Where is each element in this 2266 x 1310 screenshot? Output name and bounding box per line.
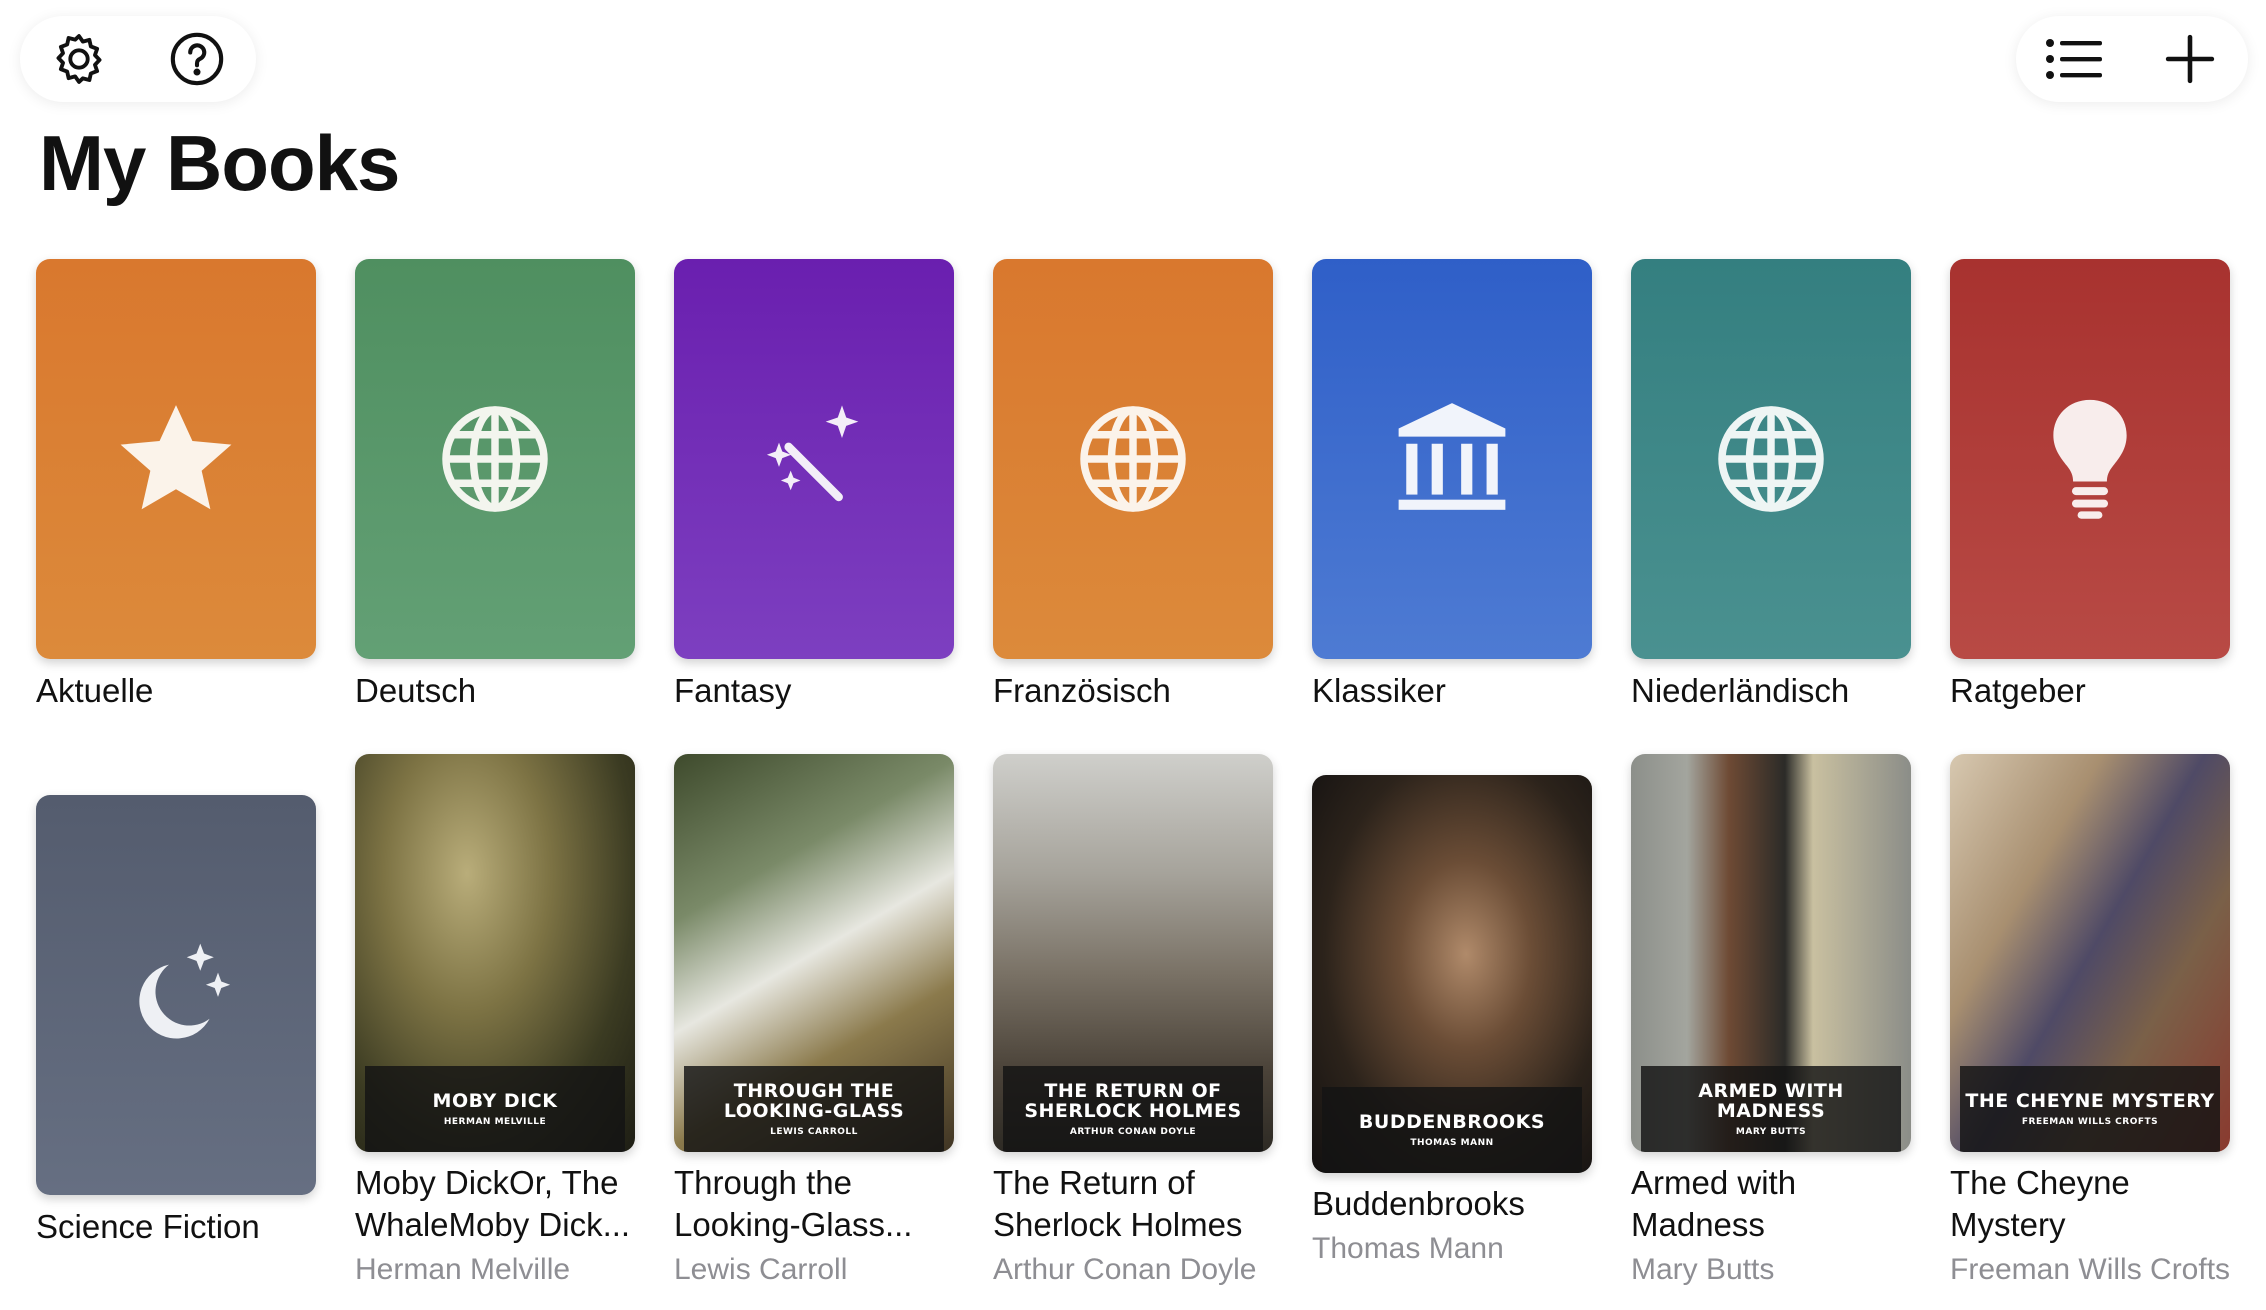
category-label: Französisch [993,672,1171,709]
book-title: Through the Looking-Glass... [674,1164,913,1243]
cover-title-band: MOBY DICK HERMAN MELVILLE [365,1066,625,1152]
lightbulb-icon [2053,399,2127,519]
category-label: Klassiker [1312,672,1446,709]
category-cover [36,259,316,659]
category-cover [36,795,316,1195]
book-author: Lewis Carroll [674,1253,848,1286]
list-view-button[interactable] [2034,19,2114,99]
magic-wand-icon [766,405,859,502]
globe-icon [1080,406,1186,512]
book-cover: MOBY DICK HERMAN MELVILLE [355,754,635,1152]
star-icon [120,405,232,510]
category-label: Niederländisch [1631,672,1850,709]
page-title: My Books [39,119,400,207]
settings-button[interactable] [39,19,119,99]
building-columns-icon [1398,403,1506,510]
category-cover [993,259,1273,659]
book-author: Freeman Wills Crofts [1950,1253,2231,1286]
category-label: Ratgeber [1950,672,2086,709]
question-circle-icon [170,32,224,86]
category-label: Deutsch [355,672,477,709]
book-title: Moby DickOr, The WhaleMoby Dick... [355,1164,631,1243]
category-cover [674,259,954,659]
category-cover [1950,259,2230,659]
cover-title-band: ARMED WITH MADNESS MARY BUTTS [1641,1066,1901,1152]
category-cover [1312,259,1592,659]
add-button[interactable] [2150,19,2230,99]
book-cover: ARMED WITH MADNESS MARY BUTTS [1631,754,1911,1152]
book-cover: THROUGH THE LOOKING-GLASS LEWIS CARROLL [674,754,954,1152]
category-label: Science Fiction [36,1208,260,1245]
list-icon [2046,39,2102,79]
book-cover: BUDDENBROOKS THOMAS MANN [1312,775,1592,1173]
book-title: Armed with Madness [1631,1164,1797,1243]
gear-icon [56,34,102,84]
book-cover: THE RETURN OF SHERLOCK HOLMES ARTHUR CON… [993,754,1273,1152]
globe-icon [1718,406,1824,512]
book-author: Thomas Mann [1312,1232,1504,1265]
category-cover [355,259,635,659]
globe-icon [442,406,548,512]
moon-stars-icon [139,943,231,1039]
book-author: Herman Melville [355,1253,571,1286]
toolbar-left [20,16,256,102]
category-label: Fantasy [674,672,792,709]
book-author: Arthur Conan Doyle [993,1253,1257,1286]
book-cover: THE CHEYNE MYSTERY FREEMAN WILLS CROFTS [1950,754,2230,1152]
toolbar-right [2016,16,2248,102]
cover-title-band: THE CHEYNE MYSTERY FREEMAN WILLS CROFTS [1960,1066,2220,1152]
book-title: Buddenbrooks [1312,1185,1525,1222]
cover-title-band: THROUGH THE LOOKING-GLASS LEWIS CARROLL [684,1066,944,1152]
category-cover [1631,259,1911,659]
category-label: Aktuelle [36,672,154,709]
help-button[interactable] [157,19,237,99]
cover-title-band: THE RETURN OF SHERLOCK HOLMES ARTHUR CON… [1003,1066,1263,1152]
book-title: The Cheyne Mystery [1950,1164,2130,1243]
book-title: The Return of Sherlock Holmes [993,1164,1243,1243]
cover-title-band: BUDDENBROOKS THOMAS MANN [1322,1087,1582,1173]
plus-icon [2165,34,2215,84]
book-author: Mary Butts [1631,1253,1775,1286]
